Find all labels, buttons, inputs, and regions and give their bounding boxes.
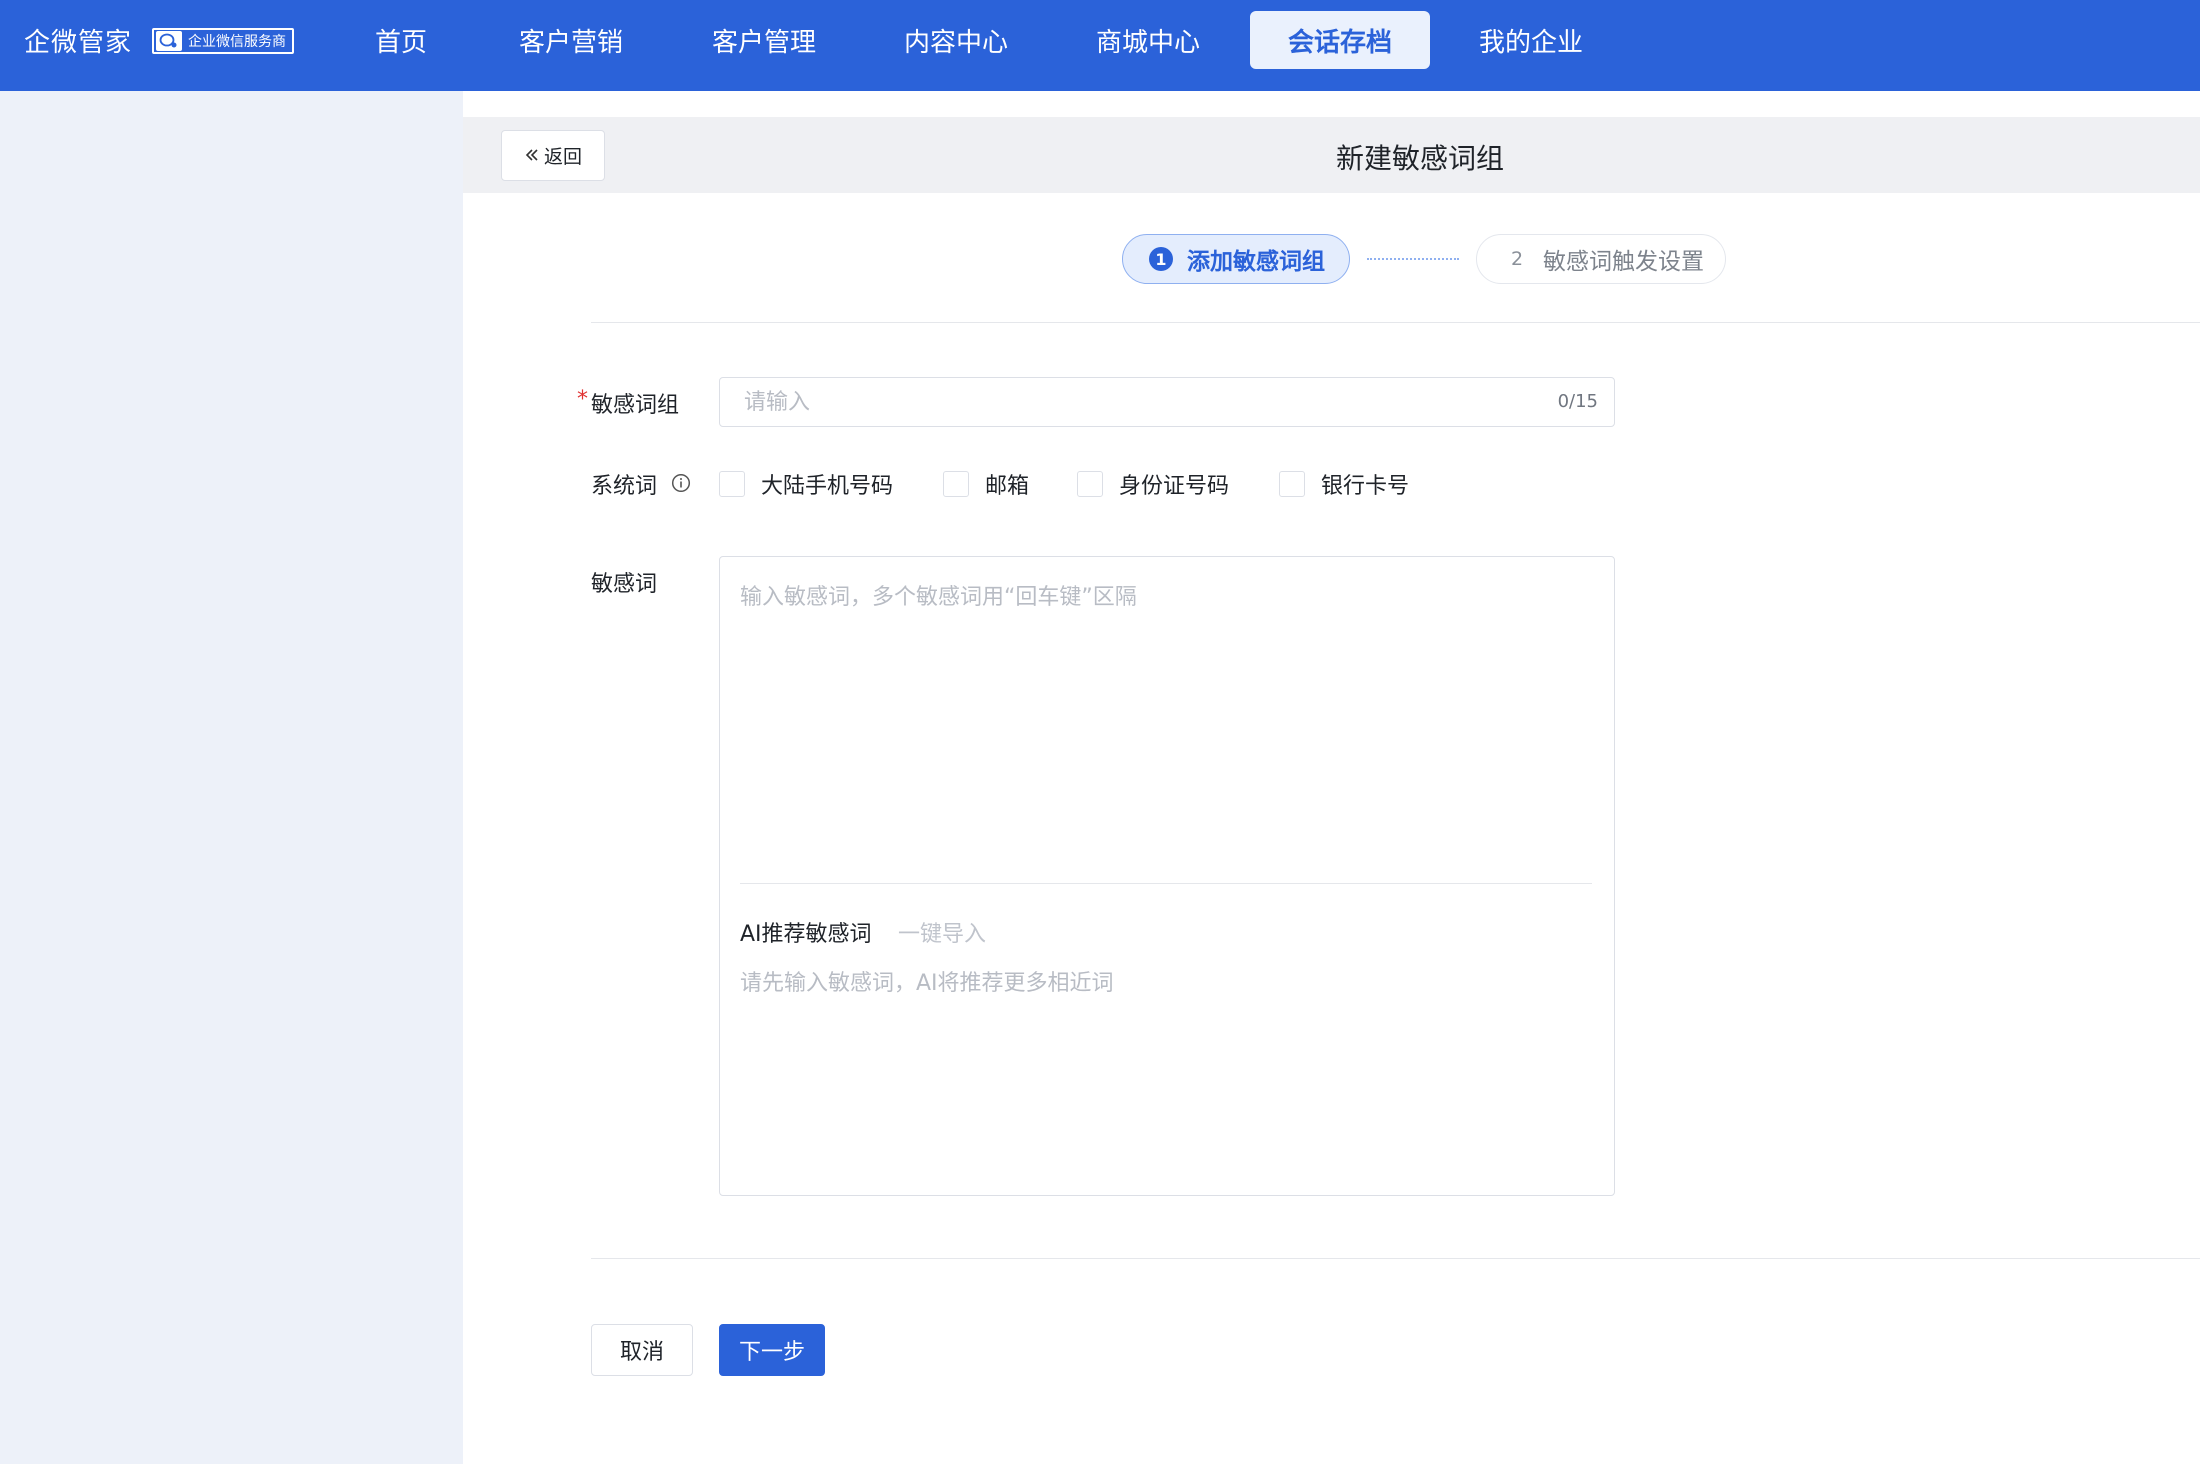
checkbox[interactable] (1279, 471, 1305, 497)
nav-customer-marketing[interactable]: 客户营销 (509, 11, 633, 69)
step-label: 添加敏感词组 (1187, 249, 1325, 275)
step-trigger-settings[interactable]: 2 敏感词触发设置 (1476, 234, 1726, 284)
cancel-button[interactable]: 取消 (591, 1324, 693, 1376)
step-number: 1 (1149, 247, 1173, 271)
nav-home[interactable]: 首页 (360, 11, 442, 69)
nav-mall-center[interactable]: 商城中心 (1086, 11, 1210, 69)
group-name-field: 0/15 (719, 377, 1615, 427)
page-header: 新建敏感词组 返回 (463, 117, 2200, 193)
page-title-wrap: 新建敏感词组 (463, 117, 2200, 193)
checkbox[interactable] (1077, 471, 1103, 497)
checkbox-label: 邮箱 (985, 474, 1030, 499)
sensitive-words-label: 敏感词 (591, 572, 658, 597)
checkbox[interactable] (943, 471, 969, 497)
nav-content-center[interactable]: 内容中心 (894, 11, 1018, 69)
top-nav-bar: 企微管家 企业微信服务商 首页 客户营销 客户管理 内容中心 商城中心 会话存档… (0, 0, 2200, 91)
one-click-import-button[interactable]: 一键导入 (898, 916, 986, 948)
checkbox-label: 银行卡号 (1321, 474, 1410, 499)
main-nav: 首页 客户营销 客户管理 内容中心 商城中心 会话存档 我的企业 (0, 0, 2200, 81)
step-connector (1367, 258, 1459, 260)
required-mark: * (577, 387, 588, 412)
sensitive-words-textarea[interactable] (740, 579, 1590, 869)
info-icon[interactable] (671, 473, 691, 497)
group-name-label: * 敏感词组 (577, 387, 680, 419)
checkbox[interactable] (719, 471, 745, 497)
group-name-input[interactable] (720, 378, 1500, 426)
checkbox-id-number[interactable]: 身份证号码 (1077, 468, 1229, 500)
nav-my-enterprise[interactable]: 我的企业 (1469, 11, 1593, 69)
back-label: 返回 (543, 146, 582, 168)
system-words-label: 系统词 (591, 474, 658, 499)
checkbox-mobile-number[interactable]: 大陆手机号码 (719, 468, 893, 500)
next-step-button[interactable]: 下一步 (719, 1324, 825, 1376)
char-counter: 0/15 (1557, 391, 1598, 412)
ai-recommend-title: AI推荐敏感词 (740, 922, 872, 947)
step-add-group[interactable]: 1 添加敏感词组 (1122, 234, 1350, 284)
group-name-label-text: 敏感词组 (591, 393, 680, 418)
divider (591, 322, 2200, 323)
nav-session-archive[interactable]: 会话存档 (1250, 11, 1430, 69)
step-number: 2 (1510, 248, 1524, 270)
back-button[interactable]: 返回 (501, 130, 605, 181)
checkbox-bank-card[interactable]: 银行卡号 (1279, 468, 1409, 500)
step-label: 敏感词触发设置 (1543, 249, 1704, 275)
divider (740, 883, 1592, 884)
main-panel: 新建敏感词组 返回 1 添加敏感词组 2 敏感词触发设置 * 敏感词组 0/15… (463, 91, 2200, 1464)
page-title: 新建敏感词组 (1336, 142, 1505, 175)
left-sidebar (0, 91, 463, 1464)
sensitive-words-box: AI推荐敏感词 一键导入 请先输入敏感词，AI将推荐更多相近词 (719, 556, 1615, 1196)
nav-customer-management[interactable]: 客户管理 (702, 11, 826, 69)
checkbox-label: 身份证号码 (1119, 474, 1230, 499)
ai-recommend-hint: 请先输入敏感词，AI将推荐更多相近词 (740, 971, 1114, 996)
checkbox-email[interactable]: 邮箱 (943, 468, 1029, 500)
divider (591, 1258, 2200, 1259)
double-chevron-left-icon (524, 144, 540, 168)
checkbox-label: 大陆手机号码 (761, 474, 894, 499)
